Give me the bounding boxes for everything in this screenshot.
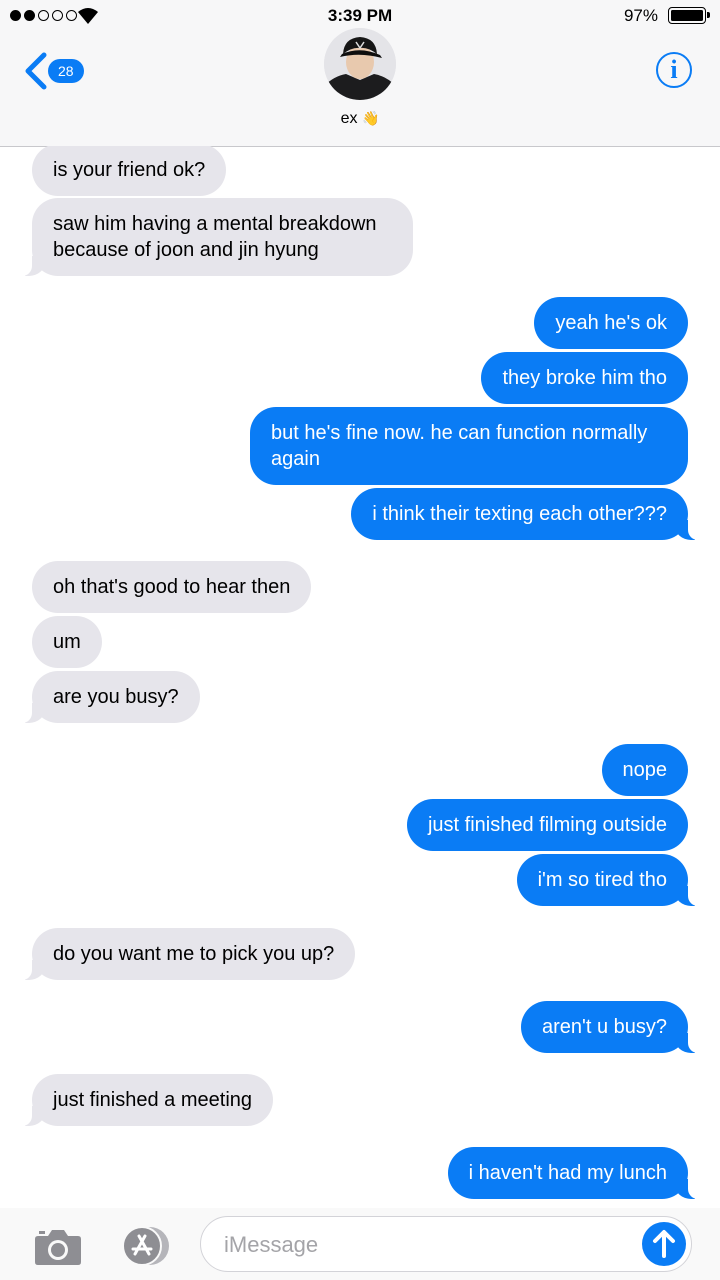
unread-count-badge: 28 [48, 59, 84, 83]
app-store-icon [122, 1226, 169, 1266]
incoming-message[interactable]: are you busy? [20, 671, 200, 723]
outgoing-message[interactable]: i think their texting each other??? [351, 488, 700, 540]
outgoing-message[interactable]: i haven't had my lunch [447, 1147, 701, 1199]
send-arrow-icon [653, 1230, 675, 1258]
message-input-placeholder: iMessage [224, 1232, 319, 1257]
contact-name-text: ex [340, 110, 358, 127]
send-button[interactable] [642, 1222, 686, 1266]
battery-icon [668, 7, 710, 24]
app-store-button[interactable] [116, 1226, 172, 1266]
incoming-message[interactable]: do you want me to pick you up? [19, 928, 356, 980]
outgoing-message[interactable]: just finished filming outside [406, 799, 688, 851]
incoming-message[interactable]: oh that's good to hear then [32, 561, 312, 613]
status-time: 3:39 PM [327, 6, 393, 25]
incoming-message[interactable]: um [32, 616, 102, 668]
info-button[interactable]: i [656, 52, 692, 88]
outgoing-message[interactable]: but he's fine now. he can function norma… [250, 407, 688, 485]
status-bar: 3:39 PM 97% [0, 0, 720, 32]
compose-bar: iMessage [0, 1208, 720, 1280]
outgoing-message[interactable]: yeah he's ok [534, 297, 688, 349]
incoming-message[interactable]: just finished a meeting [19, 1074, 274, 1126]
incoming-message[interactable]: saw him having a mental breakdown becaus… [20, 198, 413, 276]
contact-name[interactable]: ex 👋 [0, 110, 720, 128]
outgoing-message[interactable]: aren't u busy? [520, 1001, 701, 1053]
outgoing-message[interactable]: nope [601, 744, 688, 796]
battery-percent: 97% [623, 6, 658, 25]
message-input[interactable]: iMessage [200, 1216, 692, 1272]
contact-avatar[interactable] [324, 28, 396, 100]
waving-hand-emoji: 👋 [361, 110, 380, 126]
info-icon: i [670, 55, 678, 84]
incoming-message[interactable]: is your friend ok? [32, 146, 227, 196]
outgoing-message[interactable]: they broke him tho [481, 352, 688, 404]
message-thread[interactable]: is your friend ok? saw him having a ment… [0, 146, 720, 1208]
camera-icon[interactable] [34, 1226, 82, 1266]
chevron-left-icon [25, 52, 47, 90]
outgoing-message[interactable]: i'm so tired tho [516, 854, 701, 906]
back-button[interactable]: 28 [22, 52, 84, 90]
